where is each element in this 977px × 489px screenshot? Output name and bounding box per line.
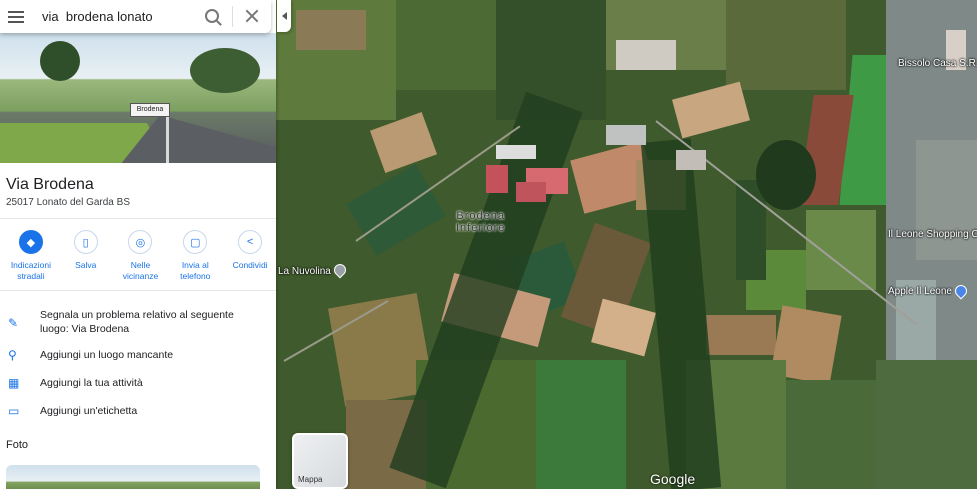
divider bbox=[232, 6, 233, 27]
chevron-left-icon bbox=[281, 12, 287, 20]
action-bar: ◆ Indicazioni stradali ▯ Salva ◎ Nelle v… bbox=[0, 230, 276, 282]
building bbox=[486, 165, 508, 193]
tree bbox=[40, 41, 80, 81]
field bbox=[346, 164, 446, 256]
action-label: Nelle vicinanze bbox=[122, 260, 159, 281]
building bbox=[496, 145, 536, 159]
layer-label: Mappa bbox=[298, 475, 323, 484]
link-label: Segnala un problema relativo al seguente… bbox=[40, 309, 234, 335]
divider bbox=[0, 218, 276, 219]
add-business-icon: ▦ bbox=[8, 376, 20, 390]
side-panel: Brodena Via Brodena 25017 Lonato del Gar… bbox=[0, 0, 276, 489]
field bbox=[876, 360, 977, 489]
send-to-phone-icon: ▢ bbox=[183, 230, 208, 254]
search-input[interactable] bbox=[40, 8, 204, 25]
building bbox=[606, 125, 646, 145]
link-label: Aggiungi un luogo mancante bbox=[40, 349, 174, 361]
label-icon: ▭ bbox=[8, 404, 20, 418]
building bbox=[676, 150, 706, 170]
collapse-panel-button[interactable] bbox=[277, 0, 291, 32]
bookmark-icon: ▯ bbox=[73, 230, 98, 254]
edit-icon: ✎ bbox=[8, 316, 19, 330]
search-bar bbox=[0, 0, 271, 33]
field bbox=[296, 10, 366, 50]
divider bbox=[0, 290, 276, 291]
map-label-apple[interactable]: Apple Il Leone bbox=[888, 286, 952, 297]
satellite-map[interactable]: Brodena Inferiore La Nuvolina Bissolo Cas… bbox=[276, 0, 977, 489]
action-label: Salva bbox=[75, 260, 97, 270]
place-title: Via Brodena bbox=[6, 176, 94, 193]
tree-cluster bbox=[756, 140, 816, 210]
field bbox=[591, 298, 656, 357]
field bbox=[396, 0, 496, 90]
place-address: 25017 Lonato del Garda BS bbox=[6, 197, 130, 208]
field bbox=[726, 0, 846, 90]
map-label-nuvolina[interactable]: La Nuvolina bbox=[278, 266, 331, 277]
street-view-photo[interactable]: Brodena bbox=[0, 33, 276, 163]
search-icon[interactable] bbox=[205, 9, 219, 23]
menu-icon[interactable] bbox=[8, 10, 24, 23]
action-label: Condividi bbox=[232, 260, 268, 270]
map-pin-icon[interactable] bbox=[331, 261, 349, 279]
share-button[interactable]: < Condividi bbox=[224, 230, 276, 282]
nearby-button[interactable]: ◎ Nelle vicinanze bbox=[115, 230, 167, 282]
send-to-phone-button[interactable]: ▢ Invia al telefono bbox=[169, 230, 221, 282]
map-layer-toggle[interactable]: Mappa bbox=[292, 433, 348, 489]
photos-heading: Foto bbox=[6, 439, 29, 451]
street-sign: Brodena bbox=[130, 103, 170, 117]
map-label-bissolo[interactable]: Bissolo Casa S.R.L bbox=[898, 58, 977, 69]
field bbox=[706, 315, 776, 355]
share-icon: < bbox=[238, 230, 263, 254]
field bbox=[806, 210, 876, 290]
tree bbox=[190, 48, 260, 93]
save-button[interactable]: ▯ Salva bbox=[60, 230, 112, 282]
photo-thumbnail[interactable] bbox=[6, 465, 260, 489]
action-label: Indicazioni stradali bbox=[10, 260, 51, 281]
google-logo: Google bbox=[650, 471, 696, 487]
field bbox=[536, 360, 626, 489]
map-label-leone-shopping[interactable]: Il Leone Shopping Ce bbox=[888, 229, 977, 240]
link-label: Aggiungi la tua attività bbox=[40, 377, 143, 389]
urban-area bbox=[916, 140, 977, 260]
field bbox=[369, 111, 438, 174]
directions-button[interactable]: ◆ Indicazioni stradali bbox=[5, 230, 57, 282]
action-label: Invia al telefono bbox=[180, 260, 211, 281]
road bbox=[120, 115, 276, 163]
add-location-icon: ⚲ bbox=[8, 348, 17, 362]
nearby-icon: ◎ bbox=[128, 230, 153, 254]
close-icon[interactable] bbox=[245, 9, 259, 23]
link-label: Aggiungi un'etichetta bbox=[40, 405, 138, 417]
field bbox=[672, 81, 750, 139]
building bbox=[616, 40, 676, 70]
field bbox=[786, 380, 886, 489]
directions-icon: ◆ bbox=[18, 230, 43, 254]
map-label-brodena[interactable]: Brodena Inferiore bbox=[456, 210, 505, 234]
building bbox=[516, 182, 546, 202]
